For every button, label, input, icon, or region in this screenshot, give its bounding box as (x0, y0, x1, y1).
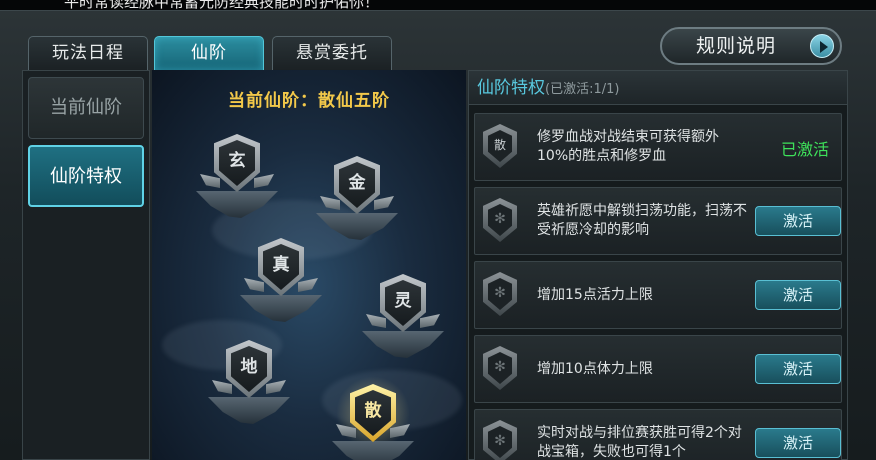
privilege-row: ✻ 实时对战与排位赛获胜可得2个对战宝箱，失败也可得1个 激活 (474, 409, 842, 460)
rank-node-ling[interactable]: 灵 (358, 266, 448, 366)
top-notice-text: 平时常读经脉中常蓄元防经典技能时时护佑你！ (64, 0, 380, 10)
privileges-activated-count: (已激活:1/1) (545, 82, 620, 97)
activate-button[interactable]: 激活 (755, 354, 841, 384)
privilege-description: 实时对战与排位赛获胜可得2个对战宝箱，失败也可得1个 (537, 425, 742, 460)
wing-ornament (266, 380, 286, 394)
rules-button[interactable]: 规则说明 (660, 27, 842, 65)
privilege-row: 散 修罗血战对战结束可获得额外10%的胜点和修罗血 已激活 (474, 113, 842, 181)
privilege-description: 英雄祈愿中解锁扫荡功能，扫荡不受祈愿冷却的影响 (537, 203, 747, 238)
arrow-right-circle-icon (810, 34, 834, 58)
rank-stage: 当前仙阶：散仙五阶 玄 金 真 灵 地 散 (152, 70, 466, 460)
tab-bounty[interactable]: 悬赏委托 (272, 36, 392, 70)
privilege-row: ✻ 增加15点活力上限 激活 (474, 261, 842, 329)
wing-ornament (244, 278, 264, 292)
privilege-description: 增加10点体力上限 (537, 360, 653, 377)
rank-node-di[interactable]: 地 (204, 332, 294, 432)
privileges-title: 仙阶特权 (477, 78, 545, 98)
wing-ornament (420, 314, 440, 328)
floating-rock (240, 295, 322, 322)
privilege-row: ✻ 英雄祈愿中解锁扫荡功能，扫荡不受祈愿冷却的影响 激活 (474, 187, 842, 255)
side-item-current-rank[interactable]: 当前仙阶 (28, 77, 144, 139)
privilege-description: 增加15点活力上限 (537, 286, 653, 303)
privilege-row: ✻ 增加10点体力上限 激活 (474, 335, 842, 403)
privileges-header: 仙阶特权(已激活:1/1) (469, 71, 847, 105)
floating-rock (316, 213, 398, 240)
rank-node-zhen[interactable]: 真 (236, 230, 326, 330)
activate-button[interactable]: 激活 (755, 280, 841, 310)
side-item-rank-privileges[interactable]: 仙阶特权 (28, 145, 144, 207)
wing-ornament (374, 196, 394, 210)
rank-node-san-current[interactable]: 散 (328, 376, 418, 460)
rank-node-xuan[interactable]: 玄 (192, 126, 282, 226)
floating-rock (208, 397, 290, 424)
floating-rock (196, 191, 278, 218)
activate-button[interactable]: 激活 (755, 206, 841, 236)
tab-immortal-rank[interactable]: 仙阶 (154, 36, 264, 70)
current-rank-title: 当前仙阶：散仙五阶 (228, 91, 390, 111)
side-menu: 当前仙阶 仙阶特权 (22, 70, 150, 460)
wing-ornament (320, 196, 340, 210)
floating-rock (362, 331, 444, 358)
wing-ornament (200, 174, 220, 188)
rules-button-label: 规则说明 (696, 35, 777, 57)
wing-ornament (366, 314, 386, 328)
activate-button[interactable]: 激活 (755, 428, 841, 458)
wing-ornament (298, 278, 318, 292)
privilege-status-activated: 已激活 (780, 140, 829, 159)
top-notice-strip: 平时常读经脉中常蓄元防经典技能时时护佑你！ (0, 0, 876, 10)
wing-ornament (212, 380, 232, 394)
tab-schedule[interactable]: 玩法日程 (28, 36, 148, 70)
privileges-panel: 仙阶特权(已激活:1/1) 散 修罗血战对战结束可获得额外10%的胜点和修罗血 … (468, 70, 848, 460)
privilege-description: 修罗血战对战结束可获得额外10%的胜点和修罗血 (537, 129, 719, 164)
wing-ornament (254, 174, 274, 188)
